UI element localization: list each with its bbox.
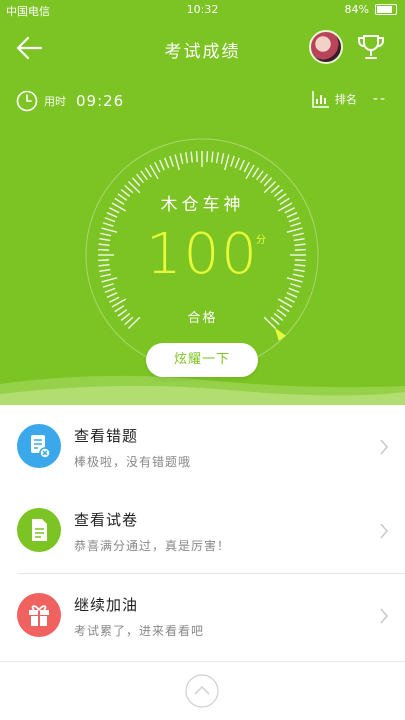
page-title: 考试成绩 xyxy=(164,42,241,62)
gauge-tick xyxy=(185,152,189,164)
gauge-pointer xyxy=(274,327,286,341)
gauge-tick xyxy=(239,159,245,171)
avatar[interactable] xyxy=(309,30,343,64)
pass-status: 合格 xyxy=(187,311,218,326)
gauge-tick xyxy=(234,157,240,169)
gauge-tick xyxy=(215,152,219,164)
rank: 排名 -- xyxy=(312,90,387,108)
gauge-tick xyxy=(252,167,260,178)
user-nickname: 木仓车神 xyxy=(160,195,245,215)
list-item-title: 查看试卷 xyxy=(74,511,139,529)
time-label: 用时 xyxy=(44,95,66,108)
paper-icon xyxy=(17,508,61,552)
gauge-tick xyxy=(140,170,148,181)
gauge-tick xyxy=(259,173,268,184)
rank-label: 排名 xyxy=(334,93,357,106)
gauge-tick xyxy=(288,287,300,293)
gauge-tick xyxy=(131,177,141,187)
trophy-icon[interactable] xyxy=(356,32,386,62)
gauge-tick xyxy=(174,154,180,171)
score-unit: 分 xyxy=(256,235,266,246)
gift-icon xyxy=(17,593,61,637)
gauge-tick xyxy=(106,292,118,298)
list-item-subtitle: 恭喜满分通过，真是厉害！ xyxy=(74,539,231,553)
status-bar: 中国电信 10:32 84% xyxy=(0,0,405,20)
time-used: 用时 09:26 xyxy=(16,90,124,112)
gauge-tick xyxy=(164,157,170,169)
gauge-tick xyxy=(224,154,230,171)
clock-icon xyxy=(16,90,38,112)
gauge-tick xyxy=(243,162,250,173)
gauge-tick xyxy=(169,155,174,167)
nav-bar: 考试成绩 xyxy=(0,28,405,68)
list-item-title: 继续加油 xyxy=(74,596,139,614)
score-value: 100 xyxy=(146,222,259,287)
list-item-wrong-questions[interactable]: 查看错题 棒极啦，没有错题哦 xyxy=(0,405,405,489)
gauge-tick xyxy=(256,170,264,181)
wrong-questions-icon xyxy=(17,424,61,468)
list-item-keep-going[interactable]: 继续加油 考试累了，进来看看吧 xyxy=(0,574,405,658)
gauge-tick xyxy=(104,287,116,293)
gauge-tick xyxy=(263,177,273,187)
gauge-tick xyxy=(190,151,193,163)
scroll-up-button[interactable] xyxy=(185,674,219,708)
time-value: 09:26 xyxy=(76,92,125,110)
list-item-subtitle: 棒极啦，没有错题哦 xyxy=(74,455,192,469)
footer-divider xyxy=(0,661,405,662)
list-item-subtitle: 考试累了，进来看看吧 xyxy=(74,624,205,638)
gauge-tick xyxy=(136,173,145,184)
gauge-tick xyxy=(144,167,152,178)
gauge-tick xyxy=(109,296,120,303)
show-off-button[interactable]: 炫耀一下 xyxy=(146,343,258,377)
chevron-right-icon xyxy=(380,523,388,539)
battery-icon xyxy=(375,4,397,15)
gauge-tick xyxy=(195,151,198,163)
list-item-paper[interactable]: 查看试卷 恭喜满分通过，真是厉害！ xyxy=(0,489,405,573)
gauge-tick xyxy=(284,296,295,303)
gauge-tick xyxy=(211,151,214,163)
list-item-title: 查看错题 xyxy=(74,427,139,445)
action-list: 查看错题 棒极啦，没有错题哦 查看试卷 恭喜满分通过，真是厉害！ 继续加油 考试… xyxy=(0,405,405,658)
gauge-tick xyxy=(206,151,209,163)
gauge-tick xyxy=(230,155,235,167)
gauge-tick xyxy=(159,159,165,171)
chevron-right-icon xyxy=(380,439,388,455)
gauge-tick xyxy=(286,292,298,298)
battery-percent: 84% xyxy=(344,3,369,16)
chevron-right-icon xyxy=(380,608,388,624)
result-header-panel: 中国电信 10:32 84% 考试成绩 用时 09:26 排名 -- 木仓车神 … xyxy=(0,0,405,405)
bar-chart-icon xyxy=(312,91,329,108)
gauge-tick xyxy=(154,162,161,173)
gauge-tick xyxy=(179,153,184,165)
gauge-tick xyxy=(220,153,225,165)
rank-value: -- xyxy=(372,91,387,107)
